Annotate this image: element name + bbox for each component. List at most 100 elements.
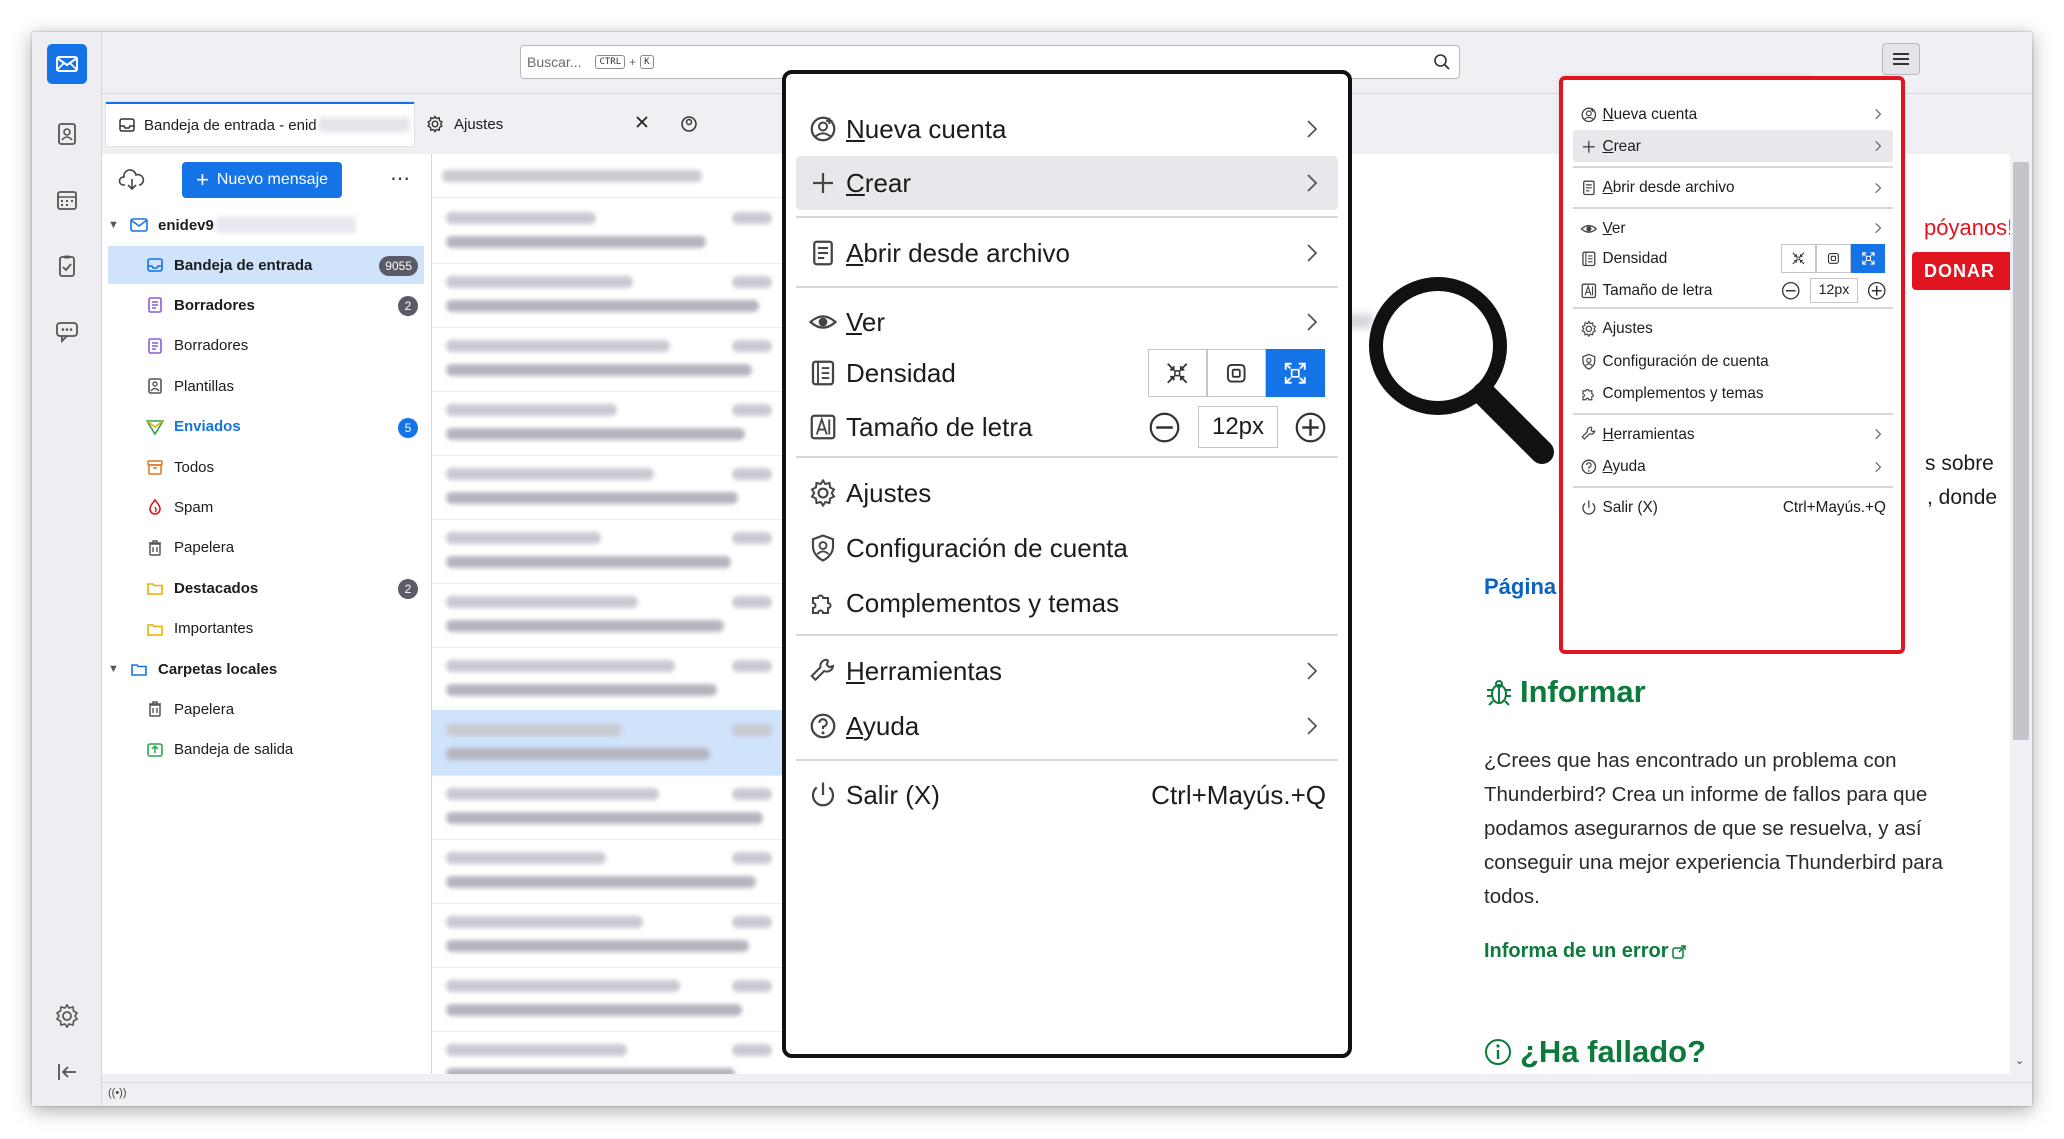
- menu-ayuda[interactable]: Ayuda: [796, 699, 1338, 753]
- folder-spam[interactable]: Spam: [108, 488, 424, 526]
- font-size-value[interactable]: 12px: [1810, 277, 1858, 303]
- tab-inbox[interactable]: Bandeja de entrada - enid: [106, 102, 414, 146]
- account-row[interactable]: ▼ enidev9: [108, 206, 424, 244]
- calendar-icon[interactable]: [47, 180, 87, 220]
- app-menu-button[interactable]: [1882, 43, 1920, 75]
- folder-label: Todos: [174, 458, 215, 476]
- font-size-increase-button[interactable]: [1294, 411, 1327, 444]
- menu-configuracion-cuenta[interactable]: Configuración de cuenta: [1573, 346, 1893, 378]
- menu-complementos-temas[interactable]: Complementos y temas: [796, 576, 1338, 630]
- message-row[interactable]: [432, 966, 812, 1032]
- menu-ajustes[interactable]: Ajustes: [1573, 313, 1893, 345]
- message-row[interactable]: [432, 454, 812, 520]
- menu-ayuda-label: Ayuda: [846, 711, 920, 742]
- menu-complementos-temas[interactable]: Complementos y temas: [1573, 378, 1893, 410]
- chat-icon[interactable]: [47, 312, 87, 352]
- importantes-icon: [144, 618, 166, 640]
- menu-ver[interactable]: Ver: [1573, 212, 1893, 244]
- tab-account[interactable]: [680, 102, 710, 146]
- message-row[interactable]: [432, 262, 812, 328]
- density-relaxed-button[interactable]: [1266, 349, 1325, 397]
- menu-nueva-cuenta[interactable]: Nueva cuenta: [796, 102, 1338, 156]
- settings-gear-icon[interactable]: [47, 996, 87, 1036]
- magnifier-illustration-icon: [1360, 268, 1560, 468]
- message-row[interactable]: [432, 646, 812, 712]
- menu-abrir-archivo[interactable]: Abrir desde archivo: [1573, 172, 1893, 204]
- message-row[interactable]: [432, 902, 812, 968]
- online-status-icon[interactable]: ((•)): [108, 1087, 127, 1099]
- mail-icon[interactable]: [47, 44, 87, 84]
- folder-todos[interactable]: Todos: [108, 448, 424, 486]
- message-row[interactable]: [432, 198, 812, 264]
- report-bug-link[interactable]: Informa de un error: [1484, 940, 1687, 963]
- menu-crear[interactable]: Crear: [796, 156, 1338, 210]
- search-icon[interactable]: [1433, 53, 1451, 71]
- message-list[interactable]: [432, 154, 812, 1074]
- redacted-account-email: [215, 217, 356, 233]
- message-row[interactable]: [432, 582, 812, 648]
- folder-papelera[interactable]: Papelera: [108, 529, 424, 567]
- message-row[interactable]: [432, 518, 812, 584]
- density-label: Densidad: [1602, 249, 1668, 267]
- menu-salir[interactable]: Salir (X) Ctrl+Mayús.+Q: [1573, 492, 1893, 524]
- folder-enviados[interactable]: Enviados 5: [108, 408, 424, 446]
- density-compact-button[interactable]: [1780, 244, 1816, 273]
- donate-button[interactable]: DONAR: [1912, 252, 2020, 290]
- eye-icon: [1580, 220, 1598, 238]
- message-row[interactable]: [432, 774, 812, 840]
- density-relaxed-button[interactable]: [1850, 244, 1886, 273]
- menu-ver[interactable]: Ver: [796, 295, 1338, 349]
- menu-configuracion-cuenta[interactable]: Configuración de cuenta: [796, 521, 1338, 575]
- font-size-decrease-button[interactable]: [1781, 281, 1800, 300]
- new-message-button[interactable]: + Nuevo mensaje: [182, 162, 342, 198]
- close-icon[interactable]: [634, 114, 650, 130]
- menu-abrir-archivo-label: Abrir desde archivo: [846, 238, 1070, 269]
- menu-ajustes-label: Ajustes: [846, 478, 932, 509]
- apoyanos-text: póyanos!: [1924, 215, 2014, 240]
- unread-count-badge: 9055: [379, 256, 418, 276]
- font-size-increase-button[interactable]: [1867, 281, 1886, 300]
- menu-abrir-archivo[interactable]: Abrir desde archivo: [796, 226, 1338, 280]
- density-compact-button[interactable]: [1148, 349, 1207, 397]
- local-folders-row[interactable]: ▼ Carpetas locales: [108, 650, 424, 688]
- menu-separator: [1573, 486, 1893, 489]
- more-options-icon[interactable]: ⋯: [390, 166, 410, 191]
- menu-nueva-cuenta[interactable]: Nueva cuenta: [1573, 99, 1893, 131]
- density-normal-button[interactable]: [1207, 349, 1266, 397]
- menu-salir[interactable]: Salir (X) Ctrl+Mayús.+Q: [796, 768, 1338, 822]
- tab-settings[interactable]: Ajustes: [426, 102, 666, 146]
- density-normal-button[interactable]: [1815, 244, 1851, 273]
- bandeja-de-entrada-icon: [144, 254, 166, 276]
- message-row[interactable]: [432, 1030, 812, 1074]
- borradores-icon: [144, 294, 166, 316]
- menu-ayuda[interactable]: Ayuda: [1573, 451, 1893, 483]
- font-size-decrease-button[interactable]: [1148, 411, 1181, 444]
- menu-herramientas[interactable]: Herramientas: [1573, 418, 1893, 450]
- folder-importantes[interactable]: Importantes: [108, 610, 424, 648]
- address-book-icon[interactable]: [47, 114, 87, 154]
- folder-bandeja-de-entrada[interactable]: Bandeja de entrada 9055: [108, 246, 424, 284]
- local-folder-bandeja-de-salida[interactable]: Bandeja de salida: [108, 731, 424, 769]
- message-row[interactable]: [432, 838, 812, 904]
- folder-borradores-2[interactable]: Borradores: [108, 327, 424, 365]
- scrollbar-thumb[interactable]: [2013, 162, 2029, 740]
- menu-ajustes[interactable]: Ajustes: [796, 466, 1338, 520]
- folder-borradores[interactable]: Borradores 2: [108, 286, 424, 324]
- scroll-down-icon[interactable]: ⌄: [2015, 1054, 2024, 1067]
- collapse-spaces-icon[interactable]: [47, 1052, 87, 1092]
- density-icon: [1580, 250, 1598, 268]
- folder-destacados[interactable]: Destacados 2: [108, 569, 424, 607]
- message-row[interactable]: [432, 326, 812, 392]
- local-folder-papelera[interactable]: Papelera: [108, 690, 424, 728]
- scrollbar[interactable]: ⌄: [2010, 154, 2032, 1074]
- folder-plantillas[interactable]: Plantillas: [108, 367, 424, 405]
- message-row[interactable]: [432, 390, 812, 456]
- chevron-right-icon: [1871, 460, 1885, 474]
- tasks-icon[interactable]: [47, 246, 87, 286]
- menu-herramientas[interactable]: Herramientas: [796, 644, 1338, 698]
- font-size-value[interactable]: 12px: [1198, 406, 1278, 448]
- papelera-icon: [144, 537, 166, 559]
- message-row[interactable]: [432, 710, 812, 776]
- get-messages-icon[interactable]: [118, 168, 146, 192]
- menu-crear[interactable]: Crear: [1573, 130, 1893, 163]
